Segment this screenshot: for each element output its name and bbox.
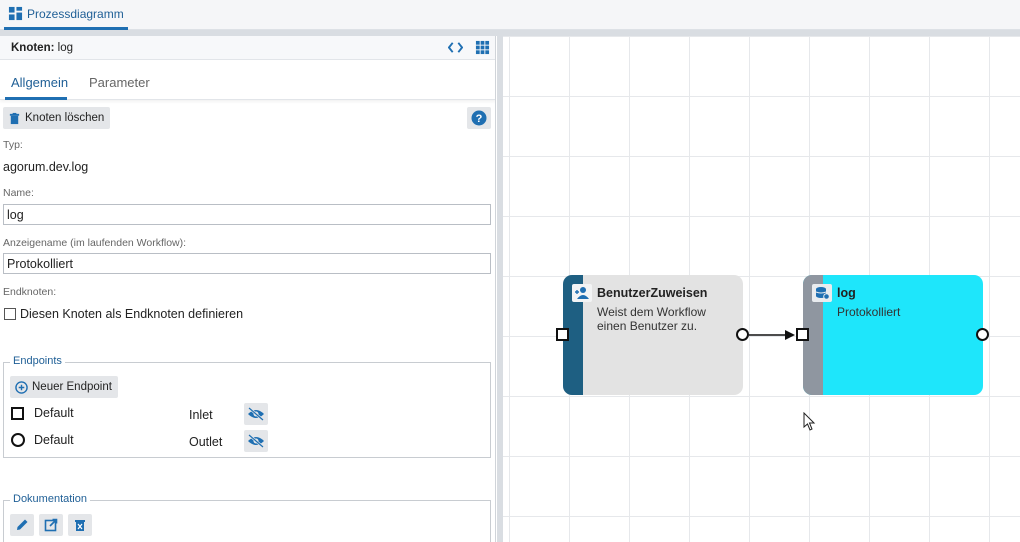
node-benutzer-zuweisen[interactable]: BenutzerZuweisen Weist dem Workflow eine… — [563, 275, 743, 395]
outlet-port[interactable] — [736, 328, 749, 341]
documentation-fieldset: Dokumentation — [3, 493, 491, 542]
help-button[interactable]: ? — [467, 107, 491, 129]
code-icon[interactable] — [448, 40, 463, 55]
documentation-legend: Dokumentation — [10, 493, 90, 505]
tab-allgemein[interactable]: Allgemein — [11, 75, 68, 90]
tab-prozessdiagramm[interactable]: Prozessdiagramm — [4, 0, 128, 30]
node-log[interactable]: log Protokolliert — [803, 275, 983, 395]
active-tab-indicator — [5, 97, 67, 100]
node-description: Weist dem Workflow einen Benutzer zu. — [597, 305, 706, 333]
delete-node-button[interactable]: Knoten löschen — [3, 107, 111, 129]
trash-icon — [9, 112, 20, 124]
toggle-visibility-button[interactable] — [244, 430, 268, 452]
delete-doc-button[interactable] — [68, 514, 92, 536]
eye-off-icon — [248, 434, 264, 448]
top-tab-bar: Prozessdiagramm — [0, 0, 1020, 30]
outlet-circle-icon — [11, 433, 25, 447]
endpoint-name: Default — [34, 433, 74, 447]
panel-header: Knoten: log — [0, 36, 495, 60]
toggle-visibility-button[interactable] — [244, 403, 268, 425]
user-add-icon — [572, 284, 592, 302]
endpoint-type: Outlet — [189, 435, 223, 449]
panel-header-prefix: Knoten: — [11, 41, 55, 54]
open-doc-button[interactable] — [39, 514, 63, 536]
eye-off-icon — [248, 407, 264, 421]
outlet-port[interactable] — [976, 328, 989, 341]
connector-arrow[interactable] — [749, 328, 799, 342]
end-node-checkbox-label: Diesen Knoten als Endknoten definieren — [20, 307, 244, 321]
new-endpoint-button[interactable]: Neuer Endpoint — [10, 376, 118, 398]
name-input[interactable] — [3, 204, 491, 225]
node-title: log — [837, 286, 856, 300]
end-node-checkbox-row[interactable]: Diesen Knoten als Endknoten definieren — [4, 307, 243, 321]
display-name-label: Anzeigename (im laufenden Workflow): — [3, 237, 187, 249]
grid-icon[interactable] — [475, 40, 490, 55]
node-description: Protokolliert — [837, 305, 901, 319]
display-name-input[interactable] — [3, 253, 491, 274]
endpoint-name: Default — [34, 406, 74, 420]
type-value: agorum.dev.log — [3, 160, 89, 174]
svg-text:?: ? — [476, 113, 483, 125]
new-endpoint-label: Neuer Endpoint — [32, 381, 112, 393]
endpoints-fieldset: Endpoints Neuer Endpoint Default Inlet D… — [3, 355, 491, 458]
panel-tabs: Allgemein Parameter — [0, 60, 495, 100]
tab-label: Prozessdiagramm — [27, 6, 124, 21]
panel-header-name: log — [57, 41, 73, 54]
help-icon: ? — [471, 110, 487, 126]
plus-circle-icon — [15, 380, 28, 394]
trash-icon — [75, 520, 85, 531]
properties-panel: Knoten: log Allgemein Parameter Knoten l… — [0, 36, 496, 542]
diagram-canvas[interactable]: BenutzerZuweisen Weist dem Workflow eine… — [497, 36, 1020, 542]
node-title: BenutzerZuweisen — [597, 286, 708, 300]
name-label: Name: — [3, 187, 34, 199]
pencil-icon — [17, 519, 28, 530]
diagram-icon — [8, 6, 23, 21]
database-log-icon — [812, 284, 832, 302]
inlet-square-icon — [11, 406, 24, 420]
mouse-cursor-icon — [803, 412, 816, 431]
tab-parameter[interactable]: Parameter — [89, 75, 150, 90]
type-label: Typ: — [3, 139, 23, 151]
end-node-label: Endknoten: — [3, 286, 57, 298]
endpoint-type: Inlet — [189, 408, 213, 422]
endpoint-row: Default — [11, 406, 74, 420]
end-node-checkbox[interactable] — [4, 308, 16, 320]
delete-node-label: Knoten löschen — [25, 112, 105, 124]
edit-doc-button[interactable] — [10, 514, 34, 536]
endpoints-legend: Endpoints — [10, 355, 65, 367]
external-link-icon — [44, 518, 58, 532]
inlet-port[interactable] — [796, 328, 809, 341]
endpoint-row: Default — [11, 433, 74, 447]
inlet-port[interactable] — [556, 328, 569, 341]
